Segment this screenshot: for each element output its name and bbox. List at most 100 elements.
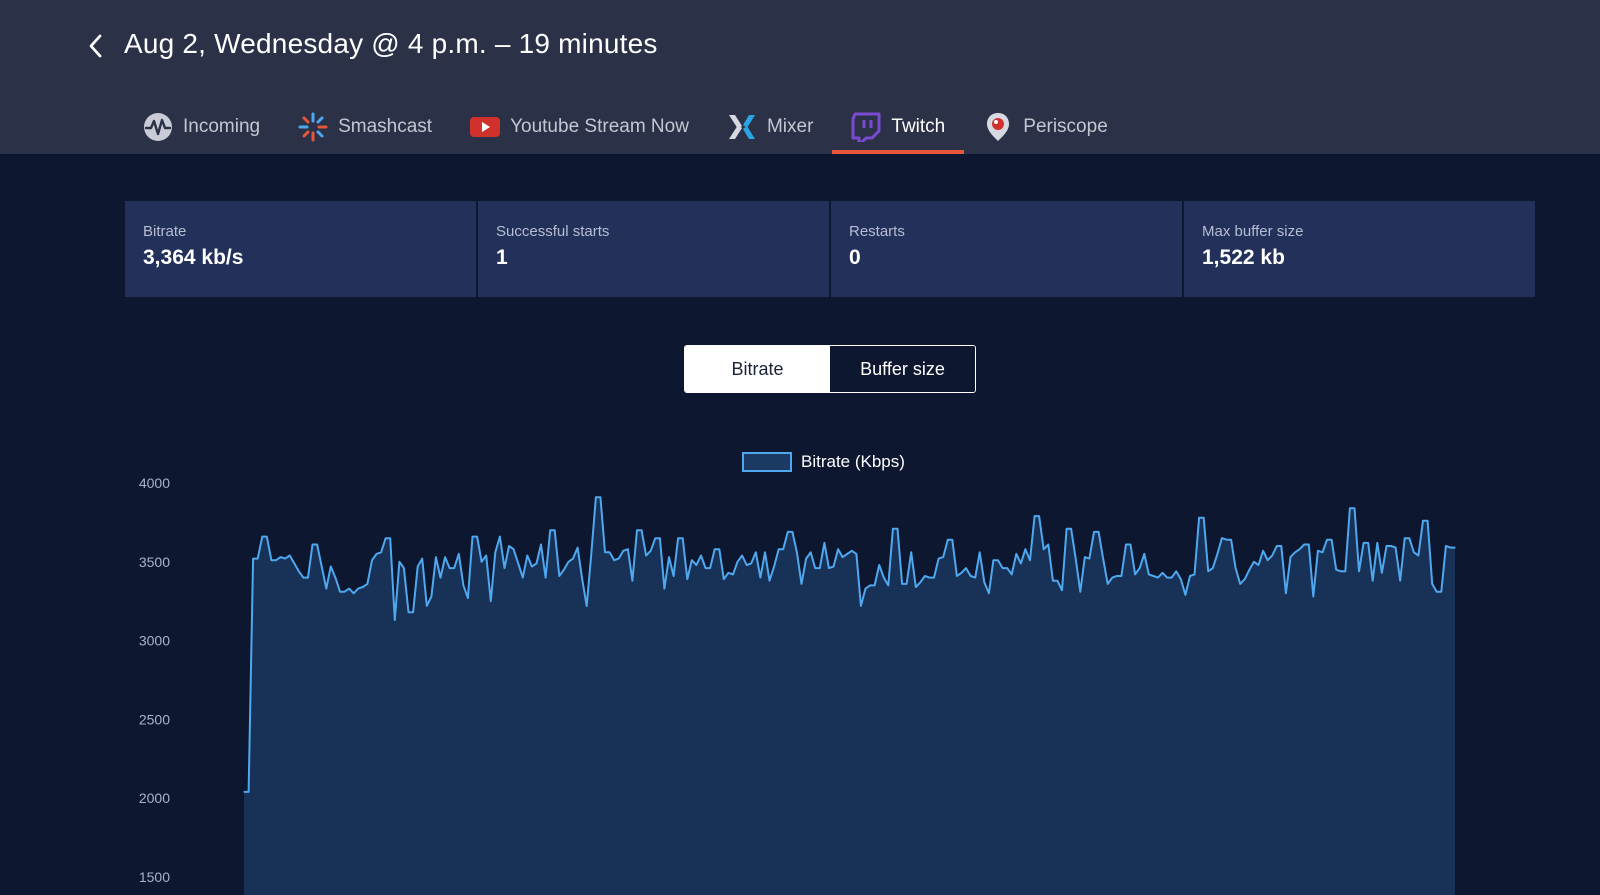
tab-twitch[interactable]: Twitch [832,100,965,154]
bitrate-point [1413,551,1415,553]
bitrate-point [1340,570,1342,572]
bitrate-point [581,578,583,580]
bitrate-point [992,559,995,561]
bitrate-toggle-button[interactable]: Bitrate [685,346,830,392]
bitrate-point [915,586,917,588]
bitrate-point [348,588,350,590]
bitrate-point [796,551,798,553]
bitrate-point [668,556,670,558]
bitrate-point [960,572,963,574]
buffer-size-toggle-button[interactable]: Buffer size [830,346,975,392]
bitrate-point [407,611,410,613]
bitrate-point [933,577,935,579]
bitrate-point [1107,583,1109,585]
tab-smashcast[interactable]: Smashcast [279,100,451,154]
chart-legend[interactable]: Bitrate (Kbps) [742,452,905,472]
bitrate-point [371,559,373,561]
bitrate-point [1175,570,1177,572]
tab-periscope[interactable]: Periscope [964,100,1127,154]
bitrate-point [951,539,953,541]
bitrate-point [983,581,985,583]
bitrate-point [613,559,615,561]
bitrate-point [1445,545,1447,547]
bitrate-point [800,583,803,585]
bitrate-area [244,497,1455,895]
header: Aug 2, Wednesday @ 4 p.m. – 19 minutes I… [0,0,1600,154]
bitrate-point [901,583,903,585]
bitrate-point [974,577,976,579]
bitrate-point [723,578,725,580]
bitrate-point [650,550,652,552]
bitrate-point [641,529,643,531]
page-title: Aug 2, Wednesday @ 4 p.m. – 19 minutes [124,28,658,59]
bitrate-point [1408,537,1410,539]
bitrate-point [1289,556,1292,558]
bitrate-point [1198,517,1200,519]
bitrate-point [860,605,862,607]
bitrate-point [261,536,263,538]
legend-swatch [742,452,792,472]
bitrate-point [1376,542,1378,544]
bitrate-point [513,548,515,550]
bitrate-point [1367,542,1369,544]
bitrate-point [782,548,784,550]
bitrate-point [1043,548,1045,550]
destination-tabs: Incoming Smashcast Youtube Stream Now Mi… [124,100,1127,154]
bitrate-point [1066,528,1068,530]
mixer-icon [727,112,757,142]
bitrate-point [609,551,611,553]
tab-incoming[interactable]: Incoming [124,100,279,154]
bitrate-chart: 4000 3500 3000 2500 2000 1500 [0,470,1600,895]
bitrate-point [1212,567,1214,569]
bitrate-point [732,573,734,575]
bitrate-point [759,577,762,579]
bitrate-point [988,592,990,594]
bitrate-point [778,548,780,550]
bitrate-point [1093,531,1095,533]
bitrate-point [298,570,300,572]
bitrate-point [289,554,291,557]
bitrate-point [389,537,391,539]
bitrate-point [1166,577,1168,579]
bitrate-point [481,561,483,563]
bitrate-point [403,567,405,569]
bitrate-point [1385,545,1388,547]
bitrate-point [979,551,981,553]
bitrate-point [956,575,958,577]
bitrate-point [1440,591,1442,593]
bitrate-point [248,791,250,793]
bitrate-point [855,553,858,555]
tab-mixer[interactable]: Mixer [708,100,832,154]
bitrate-point [1239,583,1241,585]
bitrate-point [334,577,336,579]
bitrate-point [1381,572,1383,574]
bitrate-point [663,588,666,590]
bitrate-point [1139,567,1141,569]
legend-label: Bitrate (Kbps) [801,452,905,471]
bitrate-point [558,575,560,577]
bitrate-point [1038,515,1040,517]
bitrate-point [1280,545,1282,547]
bitrate-point [471,536,474,538]
bitrate-point [938,558,940,560]
bitrate-point [1276,545,1278,547]
bitrate-point [1015,553,1017,555]
back-button[interactable] [80,30,112,62]
bitrate-point [311,543,314,546]
bitrate-point [810,551,812,553]
bitrate-point [563,569,565,571]
tab-label: Periscope [1023,116,1108,137]
bitrate-point [343,591,346,593]
bitrate-point [439,577,442,579]
bitrate-point [1244,578,1246,580]
bitrate-point [545,577,547,579]
bitrate-point [741,554,743,557]
bitrate-point [1216,553,1218,555]
bitrate-point [896,528,899,530]
bitrate-point [837,548,839,550]
bitrate-point [1235,567,1237,569]
bitrate-point [1299,548,1301,550]
stat-value: 1,522 kb [1202,246,1285,269]
tab-label: Mixer [766,116,814,137]
tab-youtube-stream-now[interactable]: Youtube Stream Now [451,100,708,154]
